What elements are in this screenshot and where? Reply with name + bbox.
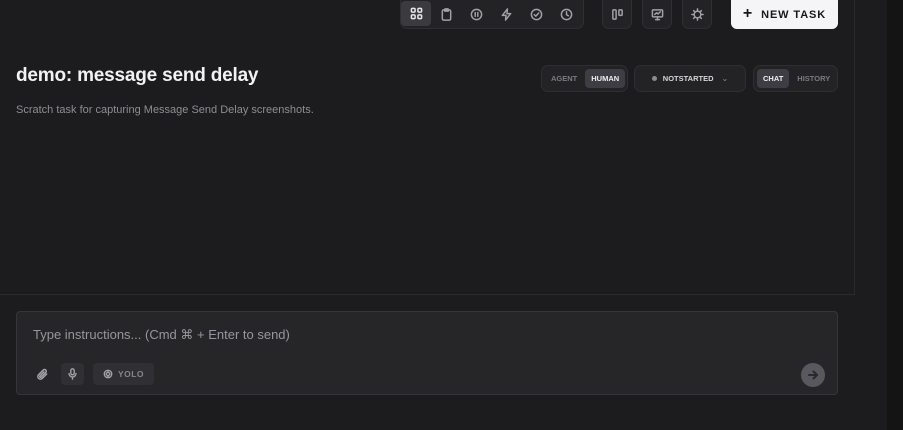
yolo-toggle[interactable]: YOLO: [93, 363, 154, 385]
kanban-button[interactable]: [602, 0, 632, 29]
paperclip-icon: [36, 368, 47, 380]
presentation-icon: [651, 8, 663, 20]
yolo-label: YOLO: [117, 369, 145, 379]
tab-history[interactable]: HISTORY: [791, 69, 836, 88]
settings-button[interactable]: [682, 0, 712, 29]
clock-icon: [560, 8, 572, 20]
page-title: demo: message send delay: [16, 65, 259, 86]
attach-button[interactable]: [34, 366, 50, 382]
instructions-input[interactable]: [31, 326, 795, 343]
new-task-button[interactable]: + NEW TASK: [731, 0, 838, 29]
tab-chat[interactable]: CHAT: [757, 69, 790, 88]
task-description: Scratch task for capturing Message Send …: [16, 104, 314, 116]
status-dropdown[interactable]: NOTSTARTED ⌄: [634, 65, 746, 92]
plus-icon: +: [742, 5, 754, 22]
view-done-button[interactable]: [521, 0, 551, 29]
mode-toggle: AGENT HUMAN: [541, 65, 628, 92]
lightning-icon: [501, 7, 511, 21]
kanban-icon: [611, 8, 623, 20]
chevron-down-icon: ⌄: [721, 74, 729, 83]
status-dot: [651, 76, 657, 81]
check-circle-icon: [530, 8, 542, 20]
grid-icon: [410, 7, 422, 20]
view-paused-button[interactable]: [461, 0, 491, 29]
mode-human-option[interactable]: HUMAN: [585, 69, 626, 88]
view-grid-button[interactable]: [401, 1, 431, 26]
view-history-button[interactable]: [551, 0, 581, 29]
yolo-icon: [103, 369, 113, 379]
content-divider: [0, 294, 854, 295]
message-composer: YOLO: [16, 311, 838, 395]
panel-divider: [854, 0, 855, 295]
view-clipboard-button[interactable]: [431, 0, 461, 29]
panel-toggle: CHAT HISTORY: [753, 65, 838, 92]
presentation-button[interactable]: [642, 0, 672, 29]
new-task-label: NEW TASK: [761, 8, 827, 21]
pause-circle-icon: [470, 8, 482, 20]
right-panel-edge: [887, 0, 903, 430]
view-active-button[interactable]: [491, 0, 521, 29]
settings-gear-icon: [690, 7, 704, 21]
microphone-icon: [68, 368, 77, 380]
view-switcher: [400, 0, 584, 29]
clipboard-icon: [441, 7, 451, 21]
arrow-right-icon: [808, 370, 818, 380]
mode-agent-option[interactable]: AGENT: [545, 69, 583, 88]
microphone-button[interactable]: [61, 363, 84, 385]
status-label: NOTSTARTED: [662, 74, 714, 83]
send-button[interactable]: [801, 363, 825, 387]
